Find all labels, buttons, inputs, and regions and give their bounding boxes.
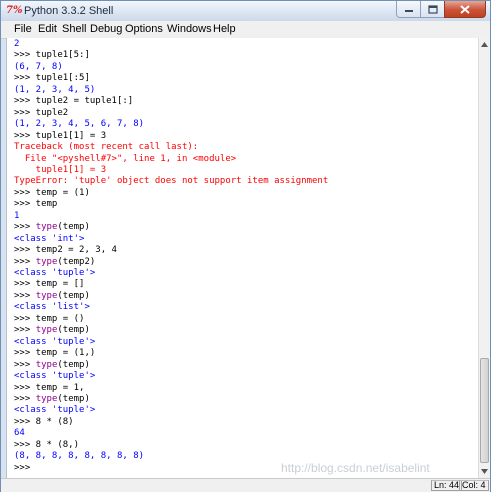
shell-input-line: >>> type(temp): [14, 222, 90, 233]
shell-input-line: >>> 8 * (8): [14, 416, 74, 427]
shell-input-line: >>> tuple2: [14, 107, 69, 118]
shell-output-line: (8, 8, 8, 8, 8, 8, 8, 8): [14, 451, 145, 462]
minimize-icon: [404, 10, 413, 12]
status-column: Col: 4: [459, 480, 489, 491]
vertical-scrollbar[interactable]: [478, 38, 490, 478]
builtin-keyword: type: [35, 290, 58, 301]
python-idle-icon: 7%: [6, 5, 23, 16]
shell-input-line: >>> 8 * (8,): [14, 439, 80, 450]
builtin-keyword: type: [35, 393, 58, 404]
scroll-up-button[interactable]: [479, 38, 490, 51]
shell-input-line: >>> temp = 1,: [14, 382, 85, 393]
menu-file[interactable]: File: [14, 21, 32, 38]
shell-input-line: >>> temp: [14, 199, 58, 210]
shell-input-line: >>> tuple1[:5]: [14, 73, 90, 84]
scroll-down-button[interactable]: [479, 465, 490, 478]
shell-input-line: >>> temp2 = 2, 3, 4: [14, 245, 117, 256]
shell-input-line: >>>: [14, 462, 36, 473]
status-bar: Ln: 44 Col: 4: [1, 478, 490, 492]
shell-output-line: (6, 7, 8): [14, 61, 63, 72]
shell-input-line: >>> temp = (1): [14, 187, 90, 198]
shell-output-line: <class 'tuple'>: [14, 268, 96, 278]
caption-buttons: [396, 1, 486, 19]
shell-input-line: >>> tuple1[5:]: [14, 50, 90, 61]
menu-bar: File Edit Shell Debug Options Windows He…: [1, 21, 490, 39]
minimize-button[interactable]: [396, 1, 421, 18]
shell-input-line: >>> temp = []: [14, 279, 85, 290]
shell-input-line: >>> tuple1[1] = 3: [14, 130, 107, 141]
shell-output-line: 64: [14, 428, 25, 439]
menu-edit[interactable]: Edit: [38, 21, 57, 38]
menu-windows[interactable]: Windows: [167, 21, 212, 38]
builtin-keyword: type: [35, 222, 58, 233]
shell-input-line: >>> temp = (1,): [14, 348, 96, 359]
shell-input-line: >>> tuple2 = tuple1[:]: [14, 96, 134, 107]
shell-output-line: (1, 2, 3, 4, 5): [14, 84, 96, 95]
scroll-up-icon: [481, 42, 488, 47]
shell-error-line: File "<pyshell#7>", line 1, in <module>: [14, 153, 237, 164]
builtin-keyword: type: [35, 325, 58, 336]
menu-options[interactable]: Options: [125, 21, 163, 38]
menu-debug[interactable]: Debug: [90, 21, 122, 38]
status-line: Ln: 44: [431, 480, 463, 491]
scrollbar-thumb[interactable]: [480, 358, 489, 463]
shell-output-line: 2: [14, 39, 20, 49]
window-title: Python 3.3.2 Shell: [24, 5, 114, 17]
shell-output-line: <class 'list'>: [14, 302, 90, 313]
maximize-button[interactable]: [420, 1, 445, 18]
close-icon: [460, 4, 470, 14]
menu-help[interactable]: Help: [213, 21, 236, 38]
builtin-keyword: type: [35, 256, 58, 267]
scroll-down-icon: [481, 469, 488, 474]
builtin-keyword: type: [35, 359, 58, 370]
title-bar[interactable]: 7% Python 3.3.2 Shell: [1, 1, 490, 21]
shell-error-line: TypeError: 'tuple' object does not suppo…: [14, 176, 329, 187]
shell-error-line: tuple1[1] = 3: [14, 164, 107, 175]
menu-shell[interactable]: Shell: [62, 21, 86, 38]
shell-input-line: >>> type(temp): [14, 290, 90, 301]
shell-output-line: (1, 2, 3, 4, 5, 6, 7, 8): [14, 119, 145, 130]
shell-input-line: >>> type(temp2): [14, 256, 96, 267]
shell-text-area[interactable]: 2 >>> tuple1[5:] (6, 7, 8) >>> tuple1[:5] (1…: [6, 38, 479, 478]
shell-input-line: >>> type(temp): [14, 325, 90, 336]
shell-input-line: >>> type(temp): [14, 359, 90, 370]
shell-error-line: Traceback (most recent call last):: [14, 142, 199, 153]
shell-output-line: <class 'tuple'>: [14, 336, 96, 347]
maximize-icon: [427, 4, 438, 14]
shell-input-line: >>> type(temp): [14, 393, 90, 404]
shell-input-line: >>> temp = (): [14, 313, 85, 324]
close-button[interactable]: [444, 1, 486, 18]
shell-output-line: <class 'int'>: [14, 233, 85, 244]
shell-output-line: <class 'tuple'>: [14, 371, 96, 382]
idle-shell-window: 7% Python 3.3.2 Shell File Edit Shell De…: [0, 0, 491, 492]
shell-output-line: <class 'tuple'>: [14, 405, 96, 416]
shell-output-line: 1: [14, 210, 20, 221]
